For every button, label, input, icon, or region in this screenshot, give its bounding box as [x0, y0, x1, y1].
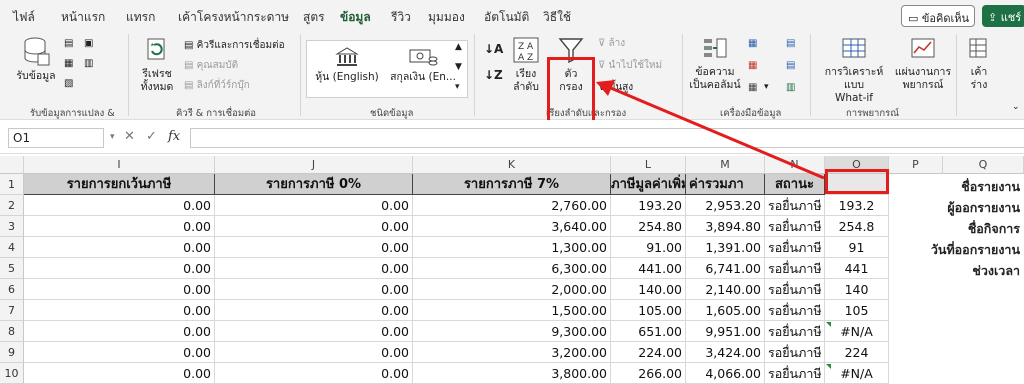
cell-vat[interactable]: 266.00	[611, 363, 686, 384]
cell-empty[interactable]	[889, 363, 943, 384]
cell-status[interactable]: รอยื่นภาษี	[765, 363, 825, 384]
cell-exempt[interactable]: 0.00	[24, 363, 215, 384]
cell-total[interactable]: 4,066.00	[686, 363, 765, 384]
cell-seven-rate[interactable]: 3,800.00	[413, 363, 611, 384]
cell-empty[interactable]	[943, 363, 1024, 384]
row-header[interactable]: 10	[0, 363, 24, 384]
cell-zero-rate[interactable]: 0.00	[215, 363, 413, 384]
cell-lookup[interactable]: #N/A	[825, 363, 889, 384]
annotation-arrow	[596, 80, 825, 180]
